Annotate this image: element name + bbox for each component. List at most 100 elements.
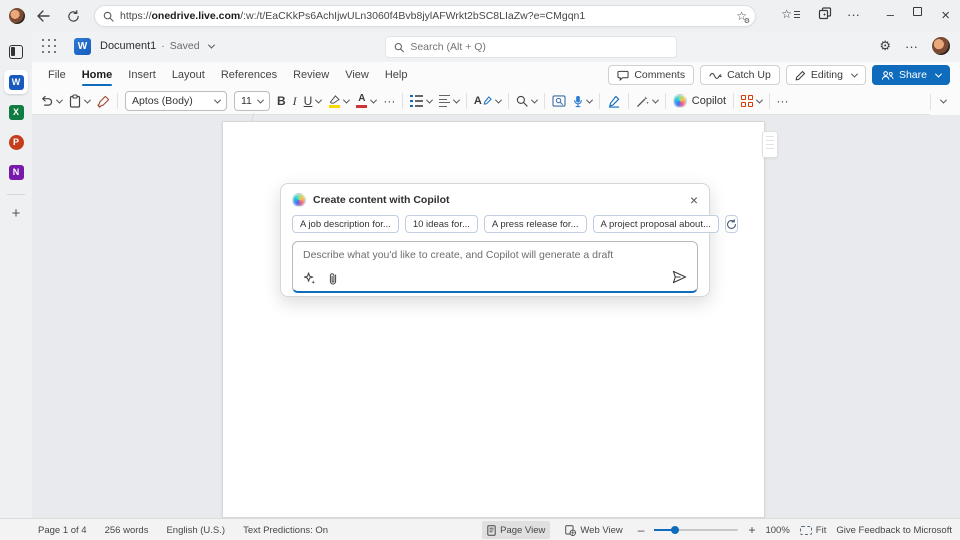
status-bar: Page 1 of 4 256 words English (U.S.) Tex… — [0, 518, 960, 540]
fit-button[interactable]: Fit — [800, 521, 827, 539]
font-color-button[interactable]: A — [356, 94, 376, 108]
page-view-icon — [487, 525, 496, 536]
account-avatar[interactable] — [932, 37, 950, 55]
catch-up-button[interactable]: Catch Up — [700, 65, 780, 85]
collections-icon[interactable] — [818, 7, 832, 20]
tab-home[interactable]: Home — [74, 62, 121, 88]
editing-pencil-icon — [795, 70, 806, 81]
address-bar[interactable]: https://onedrive.live.com/:w:/t/EaCKkPs6… — [94, 5, 756, 27]
copilot-close-icon[interactable]: × — [690, 193, 698, 207]
sidebar-pages-icon[interactable] — [4, 40, 28, 64]
bold-button[interactable]: B — [277, 94, 286, 108]
share-button[interactable]: Share — [872, 65, 950, 85]
window-maximize-icon[interactable] — [913, 7, 922, 16]
copilot-prompt-input[interactable] — [293, 242, 697, 291]
suggestion-chip[interactable]: A job description for... — [292, 215, 399, 233]
tab-view[interactable]: View — [337, 62, 377, 88]
margin-widget[interactable] — [762, 131, 778, 158]
titlebar-more-icon[interactable]: ··· — [905, 39, 918, 54]
send-prompt-button[interactable] — [672, 270, 687, 284]
wand-chevron-icon — [652, 96, 659, 103]
sidebar-item-word[interactable]: W — [4, 70, 28, 94]
undo-button[interactable] — [40, 95, 62, 107]
reading-preview-button[interactable] — [552, 95, 566, 107]
magic-wand-button[interactable] — [636, 95, 658, 108]
favorites-bar-icon[interactable]: ☆ — [781, 7, 800, 21]
comments-button[interactable]: Comments — [608, 65, 694, 85]
ribbon-divider — [117, 93, 118, 109]
word-count[interactable]: 256 words — [105, 525, 149, 536]
document-page[interactable] — [222, 121, 765, 518]
dictate-button[interactable] — [573, 95, 592, 108]
sidebar-item-onenote[interactable]: N — [4, 160, 28, 184]
underline-chevron-icon — [315, 96, 322, 103]
styles-button[interactable]: A — [474, 95, 501, 107]
paste-chevron-icon — [84, 96, 91, 103]
tab-insert[interactable]: Insert — [120, 62, 164, 88]
tab-help[interactable]: Help — [377, 62, 416, 88]
feedback-link[interactable]: Give Feedback to Microsoft — [836, 525, 952, 536]
suggestion-chip[interactable]: A press release for... — [484, 215, 587, 233]
copilot-icon — [673, 94, 687, 108]
app-launcher-icon[interactable] — [42, 39, 57, 54]
settings-gear-icon[interactable]: ⚙ — [879, 38, 891, 54]
document-name: Document1 — [100, 40, 156, 52]
highlight-color-button[interactable] — [328, 95, 349, 108]
font-size-select[interactable]: 11 — [234, 91, 270, 111]
zoom-in-button[interactable]: + — [748, 523, 755, 537]
collapse-ribbon-icon[interactable] — [940, 97, 947, 104]
paste-button[interactable] — [69, 94, 90, 108]
zoom-out-button[interactable]: – — [638, 523, 645, 537]
sidebar-item-powerpoint[interactable]: P — [4, 130, 28, 154]
suggestion-chip[interactable]: 10 ideas for... — [405, 215, 478, 233]
editing-mode-button[interactable]: Editing — [786, 65, 866, 85]
browser-refresh-icon[interactable] — [64, 7, 82, 25]
ribbon-tabs: File Home Insert Layout References Revie… — [32, 62, 960, 88]
refresh-suggestions-button[interactable] — [725, 215, 738, 233]
align-button[interactable] — [439, 95, 459, 107]
tab-review[interactable]: Review — [285, 62, 337, 88]
copilot-dialog-icon — [292, 193, 306, 207]
page-view-button[interactable]: Page View — [482, 521, 550, 539]
auto-rewrite-sparkle-icon[interactable] — [303, 272, 316, 285]
sidebar-item-excel[interactable]: X — [4, 100, 28, 124]
web-view-button[interactable]: Web View — [560, 521, 627, 539]
font-name-select[interactable]: Aptos (Body) — [125, 91, 227, 111]
add-ins-button[interactable] — [741, 95, 762, 107]
more-commands-icon[interactable]: ··· — [777, 94, 789, 108]
text-predictions[interactable]: Text Predictions: On — [243, 525, 328, 536]
search-input[interactable] — [410, 41, 668, 53]
window-close-icon[interactable]: × — [941, 7, 950, 24]
zoom-slider[interactable] — [654, 529, 738, 531]
language[interactable]: English (U.S.) — [166, 525, 225, 536]
format-painter-button[interactable] — [97, 95, 110, 108]
dictate-chevron-icon — [586, 96, 593, 103]
ribbon-divider — [769, 93, 770, 109]
document-title[interactable]: Document1 · Saved — [100, 40, 214, 52]
bookmark-star-icon[interactable]: ☆⚙ — [736, 9, 747, 23]
browser-menu-icon[interactable]: ··· — [847, 7, 860, 22]
copilot-button[interactable]: Copilot — [673, 94, 726, 108]
app-window: https://onedrive.live.com/:w:/t/EaCKkPs6… — [0, 0, 960, 540]
ribbon-divider — [665, 93, 666, 109]
find-button[interactable] — [516, 95, 537, 107]
editor-button[interactable] — [607, 95, 621, 108]
suggestion-chip[interactable]: A project proposal about... — [593, 215, 719, 233]
tab-layout[interactable]: Layout — [164, 62, 213, 88]
sidebar-add-icon[interactable]: + — [4, 201, 28, 225]
browser-back-icon[interactable] — [34, 7, 52, 25]
page-count[interactable]: Page 1 of 4 — [38, 525, 87, 536]
tab-file[interactable]: File — [40, 62, 74, 88]
more-font-options-icon[interactable]: ··· — [383, 94, 395, 108]
zoom-slider-knob[interactable] — [671, 526, 679, 534]
tab-references[interactable]: References — [213, 62, 285, 88]
browser-profile-avatar[interactable] — [9, 8, 25, 24]
zoom-level[interactable]: 100% — [765, 525, 789, 536]
italic-button[interactable]: I — [293, 94, 297, 109]
window-minimize-icon[interactable]: – — [887, 7, 894, 22]
underline-button[interactable]: U — [304, 94, 322, 108]
bullets-button[interactable] — [410, 95, 432, 108]
word-logo-icon[interactable]: W — [74, 38, 91, 55]
search-box[interactable] — [385, 36, 677, 58]
attachment-paperclip-icon[interactable] — [327, 272, 339, 285]
